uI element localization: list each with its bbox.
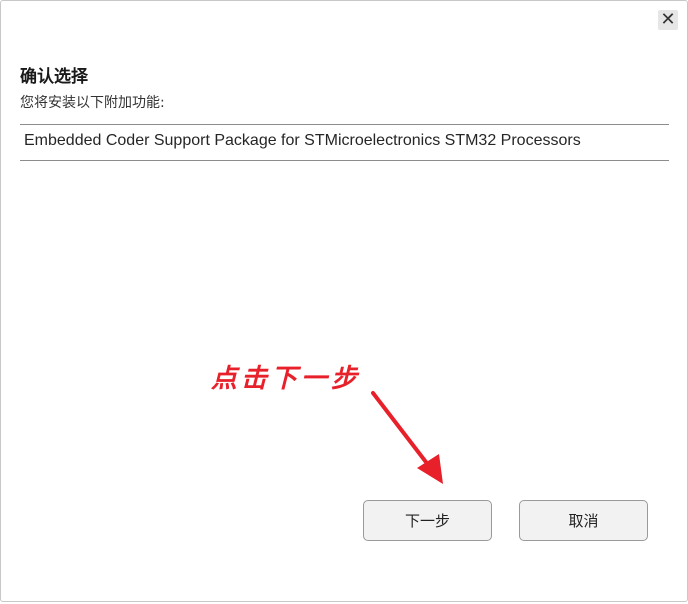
- dialog-subtitle: 您将安装以下附加功能:: [20, 95, 165, 111]
- annotation-arrow-icon: [371, 391, 443, 484]
- annotation-text: 点击下一步: [211, 364, 362, 394]
- next-button[interactable]: 下一步: [363, 500, 492, 541]
- close-icon[interactable]: ✕: [658, 10, 678, 30]
- list-item: Embedded Coder Support Package for STMic…: [24, 132, 581, 149]
- dialog-title: 确认选择: [20, 67, 88, 87]
- cancel-button[interactable]: 取消: [519, 500, 648, 541]
- install-dialog: ✕ 确认选择 您将安装以下附加功能: Embedded Coder Suppor…: [0, 0, 688, 602]
- package-list: Embedded Coder Support Package for STMic…: [20, 124, 669, 161]
